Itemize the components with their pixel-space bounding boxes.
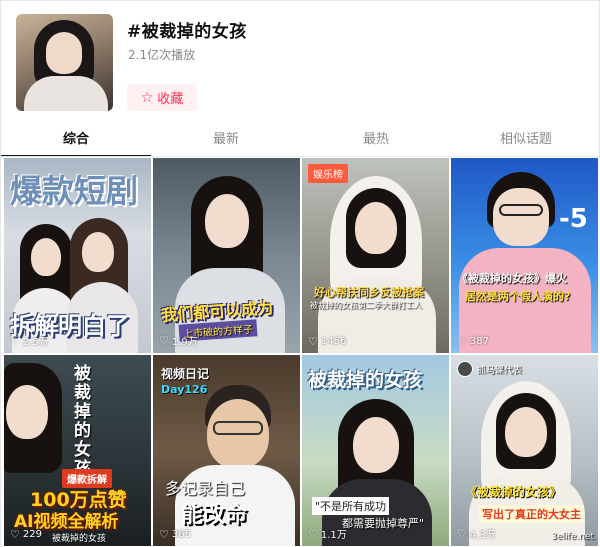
cover-figure-body: [24, 76, 108, 111]
video-caption-sub: 居然是两个假人演的?: [465, 290, 571, 303]
heart-outline-icon: ♡: [308, 527, 318, 540]
tab-latest[interactable]: 最新: [151, 127, 301, 157]
like-count: ♡ 365: [159, 528, 191, 541]
like-count: ♡ 1.9万: [159, 334, 198, 348]
video-caption-top: 视频日记: [161, 367, 210, 381]
video-caption-big: 能改命: [181, 503, 248, 528]
heart-outline-icon: ♡: [10, 334, 20, 347]
heart-outline-icon: ♡: [10, 528, 20, 541]
like-count: ♡ 229: [10, 528, 42, 541]
tab-bar: 综合 最新 最热 相似话题: [1, 127, 600, 157]
ranking-badge: 娱乐榜: [308, 164, 348, 183]
video-card[interactable]: 被裁掉的女孩 "不是所有成功 都需要抛掉尊严" ♡ 1.1万: [302, 355, 451, 547]
tab-divider: [1, 156, 600, 157]
like-count: ♡ 4.3万: [457, 527, 496, 541]
tab-comprehensive[interactable]: 综合: [1, 127, 151, 157]
play-count: 2.1亿次播放: [128, 48, 196, 62]
video-caption-top: -5: [559, 204, 588, 234]
video-card[interactable]: 爆款短剧 拆解明白了 ♡ 2.5万: [4, 158, 153, 355]
topic-header: #被裁掉的女孩 2.1亿次播放 ☆ 收藏: [1, 1, 600, 127]
heart-outline-icon: ♡: [457, 335, 467, 348]
video-caption-sub: 被裁掉的女孩: [52, 534, 107, 544]
video-caption-mid: "不是所有成功: [312, 497, 390, 515]
tab-hottest[interactable]: 最热: [301, 127, 451, 157]
heart-outline-icon: ♡: [159, 528, 169, 541]
video-card[interactable]: 娱乐榜 好心帮扶同乡反被抢案 被裁掉的女孩第二季大群打工人 ♡ 1456: [302, 158, 451, 355]
favorite-button[interactable]: ☆ 收藏: [127, 84, 197, 111]
video-caption-mid: 《被裁掉的女孩》爆火: [457, 272, 567, 285]
glasses-icon: [499, 204, 543, 216]
author-name[interactable]: 抓马课代表: [477, 363, 522, 376]
topic-page: #被裁掉的女孩 2.1亿次播放 ☆ 收藏 综合 最新 最热 相似话题 爆款短剧 …: [0, 0, 600, 547]
topic-cover-image[interactable]: [16, 14, 113, 111]
author-avatar[interactable]: [457, 361, 473, 377]
favorite-label: 收藏: [157, 92, 184, 107]
like-count: ♡ 1456: [308, 335, 347, 348]
video-caption-mid: 《被裁掉的女孩》: [465, 485, 562, 499]
video-card[interactable]: 我们都可以成为 上市破的方样子 ♡ 1.9万: [153, 158, 302, 355]
video-card[interactable]: 视频日记 Day126 多记录自己 能改命 ♡ 365: [153, 355, 302, 547]
video-card[interactable]: -5 《被裁掉的女孩》爆火 居然是两个假人演的? ♡ 387: [451, 158, 600, 355]
heart-outline-icon: ♡: [457, 527, 467, 540]
video-card[interactable]: 抓马课代表 《被裁掉的女孩》 写出了真正的大女主 ♡ 4.3万 3elife.ne…: [451, 355, 600, 547]
video-caption-mid: 多记录自己: [165, 479, 246, 498]
glasses-icon: [213, 421, 263, 435]
like-count: ♡ 2.5万: [10, 334, 49, 348]
video-grid: 爆款短剧 拆解明白了 ♡ 2.5万 我们都可以成为 上市破的方样子 ♡ 1.9万 娱…: [4, 158, 600, 547]
star-outline-icon: ☆: [140, 89, 154, 106]
tab-similar-topics[interactable]: 相似话题: [451, 127, 600, 157]
video-caption-sub: 被裁掉的女孩第二季大群打工人: [310, 301, 422, 310]
heart-outline-icon: ♡: [159, 334, 169, 347]
video-caption-mid: 好心帮扶同乡反被抢案: [314, 286, 424, 299]
like-count: ♡ 387: [457, 335, 489, 348]
video-caption-mid-2: 都需要抛掉尊严": [342, 517, 425, 530]
video-caption-vertical: 被裁掉的女孩: [74, 364, 91, 479]
video-caption-top: 爆款短剧: [10, 172, 139, 210]
cover-figure-face: [46, 32, 82, 74]
watermark: 3elife.net: [551, 532, 594, 542]
video-caption-sub: 写出了真正的大女主: [479, 505, 584, 523]
like-count: ♡ 1.1万: [308, 527, 347, 541]
topic-title: #被裁掉的女孩: [127, 22, 247, 42]
video-card[interactable]: 被裁掉的女孩 爆款拆解 100万点赞 AI视频全解析 被裁掉的女孩 ♡229: [4, 355, 153, 547]
video-caption-top-2: Day126: [161, 383, 208, 396]
video-caption-top: 被裁掉的女孩: [308, 369, 423, 391]
heart-outline-icon: ♡: [308, 335, 318, 348]
